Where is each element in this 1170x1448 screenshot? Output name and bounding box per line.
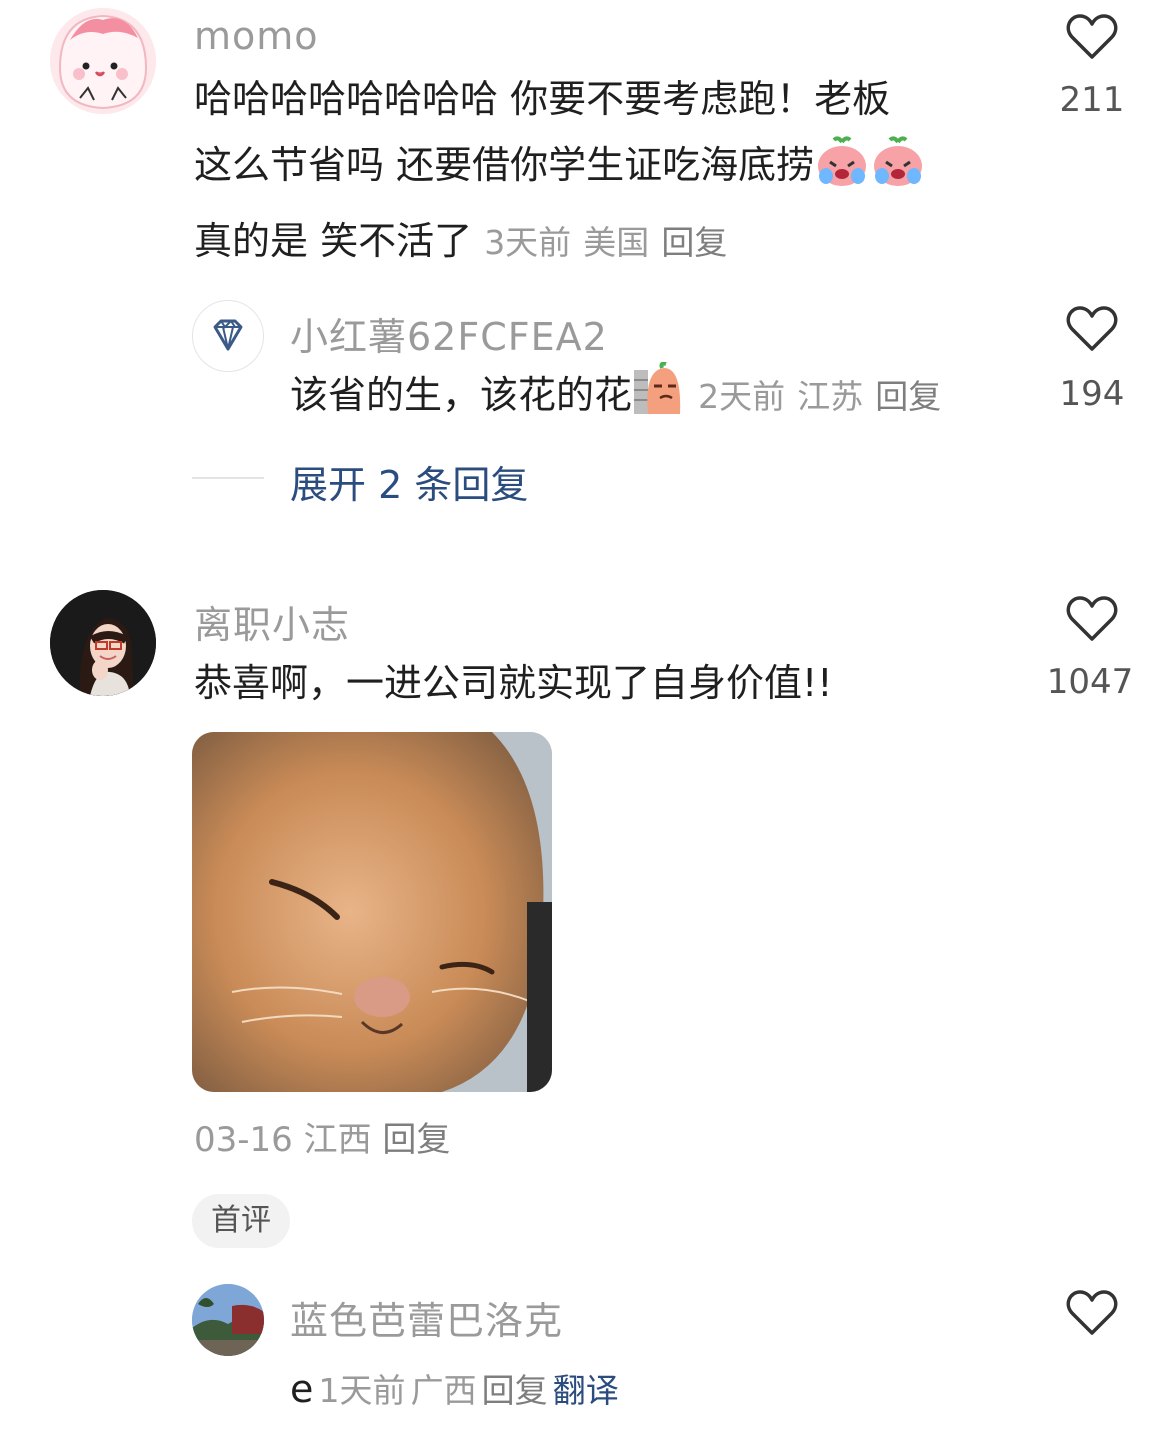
reply-button[interactable]: 回复 bbox=[661, 223, 727, 262]
heart-icon bbox=[1066, 14, 1118, 59]
reply-text: 该省的生，该花的花 2天前 江苏 回复 bbox=[290, 361, 941, 438]
avatar[interactable] bbox=[192, 300, 264, 372]
reply-line: e 1天前 广西 回复 翻译 bbox=[290, 1356, 619, 1422]
smiling-cat-image[interactable] bbox=[192, 732, 552, 1092]
heart-icon bbox=[1066, 306, 1118, 351]
like-button[interactable] bbox=[1066, 14, 1118, 64]
avatar[interactable] bbox=[50, 8, 156, 114]
crying-face-emoji-icon bbox=[814, 136, 870, 208]
comment-location: 美国 bbox=[583, 223, 650, 262]
reply-location: 江苏 bbox=[797, 377, 864, 416]
reply-time: 2天前 bbox=[698, 377, 786, 416]
expand-divider bbox=[192, 477, 264, 479]
like-count: 211 bbox=[1059, 80, 1125, 120]
first-comment-badge: 首评 bbox=[192, 1194, 290, 1248]
reply-username[interactable]: 蓝色芭蕾巴洛克 bbox=[290, 1290, 563, 1345]
like-count: 1047 bbox=[1046, 662, 1134, 702]
pink-character-avatar-icon bbox=[50, 8, 156, 114]
reply-button[interactable]: 回复 bbox=[482, 1371, 548, 1410]
reply-text: e bbox=[290, 1367, 314, 1411]
diamond-icon bbox=[213, 319, 243, 351]
comment-text: 哈哈哈哈哈哈哈哈 你要不要考虑跑！老板 这么节省吗 还要借你学生证吃海底捞 真的… bbox=[194, 66, 1024, 276]
reply-location: 广西 bbox=[410, 1371, 477, 1410]
comment-date: 03-16 bbox=[194, 1120, 293, 1160]
comment-location: 江西 bbox=[303, 1120, 372, 1160]
translate-button[interactable]: 翻译 bbox=[553, 1371, 619, 1410]
peeking-sausage-emoji-icon bbox=[632, 361, 686, 438]
comment-username[interactable]: momo bbox=[194, 14, 319, 58]
like-button[interactable] bbox=[1066, 596, 1118, 646]
heart-icon bbox=[1066, 1290, 1118, 1335]
like-button[interactable] bbox=[1066, 306, 1118, 356]
crying-face-emoji-icon bbox=[870, 136, 926, 208]
reply-username[interactable]: 小红薯62FCFEA2 bbox=[290, 306, 608, 361]
avatar[interactable] bbox=[50, 590, 156, 696]
reply-button[interactable]: 回复 bbox=[875, 377, 941, 416]
avatar[interactable] bbox=[192, 1284, 264, 1356]
comment-text-line: 哈哈哈哈哈哈哈哈 你要不要考虑跑！老板 bbox=[194, 77, 891, 121]
comment-username[interactable]: 离职小志 bbox=[194, 594, 350, 649]
landscape-avatar-icon bbox=[192, 1284, 264, 1356]
comment-text: 恭喜啊，一进公司就实现了自身价值!! bbox=[194, 661, 833, 705]
like-button[interactable] bbox=[1066, 1290, 1118, 1340]
comment-time: 3天前 bbox=[484, 223, 572, 262]
reply-time: 1天前 bbox=[318, 1371, 406, 1410]
comment-text-line: 这么节省吗 还要借你学生证吃海底捞 bbox=[194, 132, 1024, 208]
reply-button[interactable]: 回复 bbox=[382, 1120, 450, 1160]
comment-text-line: 真的是 笑不活了 3天前 美国 回复 bbox=[194, 219, 728, 263]
cat-photo-icon bbox=[192, 732, 552, 1092]
heart-icon bbox=[1066, 596, 1118, 641]
comment-meta: 03-16 江西 回复 bbox=[194, 1112, 450, 1161]
girl-portrait-avatar-icon bbox=[50, 590, 156, 696]
like-count: 194 bbox=[1059, 374, 1125, 414]
expand-replies-button[interactable]: 展开 2 条回复 bbox=[290, 454, 528, 509]
